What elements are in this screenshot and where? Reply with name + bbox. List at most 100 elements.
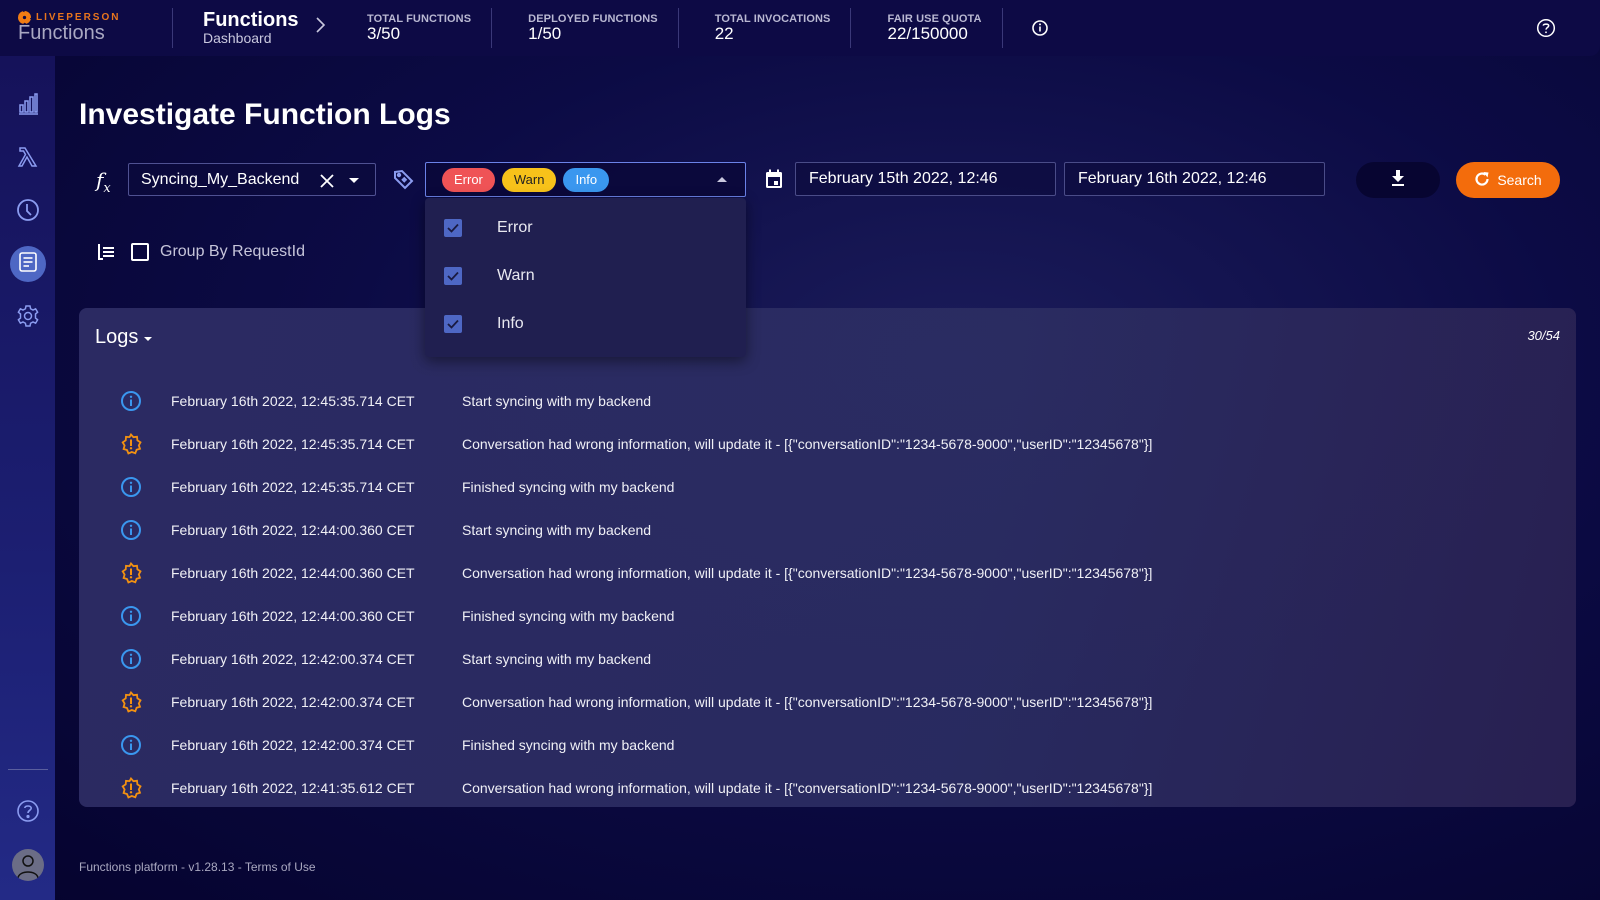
- log-row[interactable]: February 16th 2022, 12:45:35.714 CET Fini…: [79, 465, 1576, 508]
- log-row[interactable]: February 16th 2022, 12:45:35.714 CET Conv…: [79, 422, 1576, 465]
- info-icon: [120, 476, 142, 498]
- gear-icon[interactable]: [16, 304, 40, 328]
- dropdown-option-error[interactable]: Error: [425, 204, 746, 252]
- log-row[interactable]: February 16th 2022, 12:44:00.360 CET Star…: [79, 508, 1576, 551]
- footer-text[interactable]: Functions platform - v1.28.13 - Terms of…: [79, 860, 316, 874]
- stat-value: 1/50: [528, 24, 562, 43]
- lambda-icon[interactable]: [16, 145, 40, 169]
- log-level-select[interactable]: Error Warn Info: [425, 162, 746, 197]
- brand-logo[interactable]: LIVEPERSON Functions: [0, 0, 172, 56]
- dropdown-option-info[interactable]: Info: [425, 300, 746, 348]
- log-row[interactable]: February 16th 2022, 12:45:35.714 CET Star…: [79, 379, 1576, 422]
- function-select[interactable]: Syncing_My_Backend: [128, 163, 376, 196]
- logs-panel: Logs 30/54 February 16th 2022, 12:45:35.…: [79, 308, 1576, 807]
- dropdown-option-label: Warn: [497, 267, 535, 284]
- help-icon[interactable]: [1536, 18, 1556, 38]
- page-title: Investigate Function Logs: [79, 98, 451, 131]
- log-timestamp: February 16th 2022, 12:44:00.360 CET: [171, 521, 415, 538]
- checkbox-checked[interactable]: [444, 267, 462, 285]
- log-message: Conversation had wrong information, will…: [462, 779, 1153, 796]
- document-icon: [17, 251, 39, 278]
- info-icon: [120, 648, 142, 670]
- level-chip-warn[interactable]: Warn: [501, 167, 557, 192]
- dropdown-option-label: Error: [497, 219, 533, 236]
- log-message: Finished syncing with my backend: [462, 607, 675, 624]
- info-icon: [120, 734, 142, 756]
- breadcrumb[interactable]: Functions Dashboard: [173, 10, 315, 46]
- log-message: Conversation had wrong information, will…: [462, 564, 1153, 581]
- stat-value: 22/150000: [887, 24, 968, 43]
- warning-icon: [120, 776, 142, 799]
- checkbox-checked[interactable]: [444, 219, 462, 237]
- warning-icon: [120, 432, 142, 455]
- sidebar: [0, 56, 55, 900]
- calendar-icon: [765, 169, 783, 189]
- log-timestamp: February 16th 2022, 12:42:00.374 CET: [171, 693, 415, 710]
- log-level-dropdown: Error Warn Info: [425, 198, 746, 357]
- date-to-input[interactable]: February 16th 2022, 12:46: [1064, 162, 1325, 196]
- warning-icon: [120, 561, 142, 584]
- clock-icon[interactable]: [16, 198, 40, 222]
- log-timestamp: February 16th 2022, 12:44:00.360 CET: [171, 607, 415, 624]
- stat-total-functions: TOTAL FUNCTIONS 3/50: [345, 8, 491, 48]
- download-icon: [1390, 169, 1406, 192]
- avatar[interactable]: [12, 849, 44, 881]
- chevron-down-icon[interactable]: [349, 178, 359, 183]
- logs-title: Logs: [95, 326, 139, 348]
- sidebar-divider: [8, 769, 48, 770]
- refresh-icon: [1474, 171, 1490, 190]
- chevron-right-icon: [315, 16, 345, 40]
- top-header: LIVEPERSON Functions Functions Dashboard…: [0, 0, 1600, 56]
- brand-product: Functions: [18, 22, 105, 44]
- log-timestamp: February 16th 2022, 12:44:00.360 CET: [171, 564, 415, 581]
- checkbox-checked[interactable]: [444, 315, 462, 333]
- info-icon: [120, 605, 142, 627]
- log-row[interactable]: February 16th 2022, 12:41:35.612 CET Conv…: [79, 766, 1576, 807]
- dropdown-option-warn[interactable]: Warn: [425, 252, 746, 300]
- stat-value: 3/50: [367, 24, 401, 43]
- logs-title-toggle[interactable]: Logs: [95, 326, 153, 349]
- divider: [1001, 8, 1003, 48]
- log-message: Start syncing with my backend: [462, 521, 652, 538]
- log-message: Finished syncing with my backend: [462, 478, 675, 495]
- stat-value: 22: [714, 24, 734, 43]
- log-message: Start syncing with my backend: [462, 650, 652, 667]
- clear-icon[interactable]: [319, 169, 335, 195]
- log-row[interactable]: February 16th 2022, 12:44:00.360 CET Fini…: [79, 594, 1576, 637]
- function-select-value: Syncing_My_Backend: [141, 170, 300, 188]
- logs-count: 30/54: [1527, 328, 1560, 343]
- info-icon: [120, 390, 142, 412]
- log-message: Finished syncing with my backend: [462, 736, 675, 753]
- sidebar-item-logs[interactable]: [10, 246, 46, 282]
- log-row[interactable]: February 16th 2022, 12:42:00.374 CET Star…: [79, 637, 1576, 680]
- log-timestamp: February 16th 2022, 12:41:35.612 CET: [171, 779, 415, 796]
- chevron-up-icon[interactable]: [717, 177, 727, 182]
- level-chip-info[interactable]: Info: [563, 167, 610, 192]
- log-row[interactable]: February 16th 2022, 12:44:00.360 CET Conv…: [79, 551, 1576, 594]
- caret-down-icon: [144, 336, 153, 341]
- info-icon[interactable]: [1031, 19, 1049, 37]
- date-from-input[interactable]: February 15th 2022, 12:46: [795, 162, 1056, 196]
- group-by-requestid-checkbox[interactable]: [131, 243, 149, 261]
- info-icon: [120, 519, 142, 541]
- log-row[interactable]: February 16th 2022, 12:42:00.374 CET Conv…: [79, 680, 1576, 723]
- breadcrumb-title: Functions: [203, 9, 299, 31]
- search-button[interactable]: Search: [1456, 162, 1560, 198]
- log-row[interactable]: February 16th 2022, 12:42:00.374 CET Fini…: [79, 723, 1576, 766]
- help-icon[interactable]: [16, 799, 40, 823]
- group-by-requestid-label[interactable]: Group By RequestId: [160, 243, 305, 261]
- log-timestamp: February 16th 2022, 12:42:00.374 CET: [171, 650, 415, 667]
- bar-chart-icon[interactable]: [16, 92, 40, 116]
- log-timestamp: February 16th 2022, 12:45:35.714 CET: [171, 435, 415, 452]
- level-chip-error[interactable]: Error: [442, 167, 495, 192]
- search-button-label: Search: [1497, 172, 1542, 188]
- breadcrumb-subtitle: Dashboard: [203, 30, 272, 46]
- log-timestamp: February 16th 2022, 12:42:00.374 CET: [171, 736, 415, 753]
- log-timestamp: February 16th 2022, 12:45:35.714 CET: [171, 392, 415, 409]
- stat-total-invocations: TOTAL INVOCATIONS 22: [679, 8, 851, 48]
- log-message: Start syncing with my backend: [462, 392, 652, 409]
- function-icon: fx: [96, 168, 111, 196]
- stat-deployed-functions: DEPLOYED FUNCTIONS 1/50: [492, 8, 678, 48]
- download-button[interactable]: [1356, 162, 1440, 198]
- dropdown-option-label: Info: [497, 315, 524, 332]
